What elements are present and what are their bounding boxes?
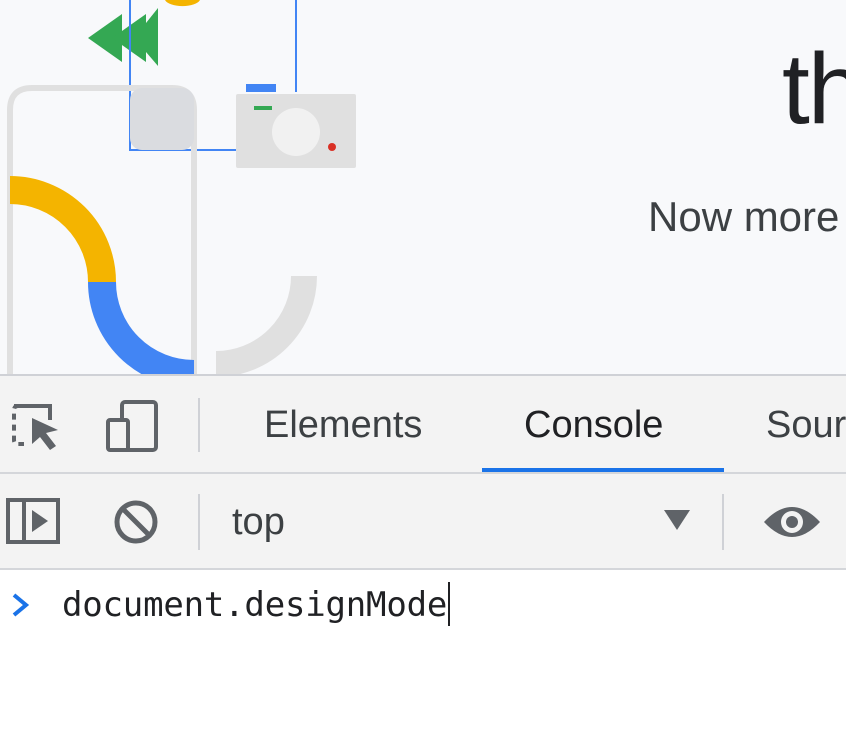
- console-toolbar: top: [0, 474, 846, 570]
- device-toolbar-icon[interactable]: [104, 398, 160, 454]
- chevron-down-icon: [664, 510, 690, 530]
- devtools-panel: Elements Console Sour top document.desig…: [0, 374, 846, 752]
- tab-console[interactable]: Console: [524, 376, 663, 472]
- web-page-viewport: th Now more: [0, 0, 846, 374]
- select-element-icon[interactable]: [10, 402, 62, 452]
- hero-illustration: [7, 0, 356, 374]
- hero-title: th: [782, 33, 846, 145]
- devtools-tab-bar: Elements Console Sour: [0, 376, 846, 474]
- tab-elements[interactable]: Elements: [264, 376, 422, 472]
- chevron-right-icon: [12, 593, 30, 617]
- clear-console-icon[interactable]: [112, 498, 160, 546]
- console-input-text: document.designMode: [62, 585, 448, 625]
- sidebar-toggle-icon[interactable]: [6, 498, 60, 544]
- console-area[interactable]: document.designMode: [0, 570, 846, 752]
- hero-subtitle: Now more: [648, 193, 840, 240]
- toolbar-divider: [722, 494, 724, 550]
- console-input[interactable]: document.designMode: [62, 578, 451, 632]
- tab-sources[interactable]: Sour: [766, 376, 846, 472]
- active-tab-indicator: [482, 468, 724, 472]
- context-selector[interactable]: top: [216, 474, 722, 568]
- text-caret: [448, 581, 451, 626]
- toolbar-divider: [198, 398, 200, 452]
- context-value: top: [232, 501, 285, 543]
- toolbar-divider: [198, 494, 200, 550]
- eye-icon[interactable]: [762, 502, 822, 542]
